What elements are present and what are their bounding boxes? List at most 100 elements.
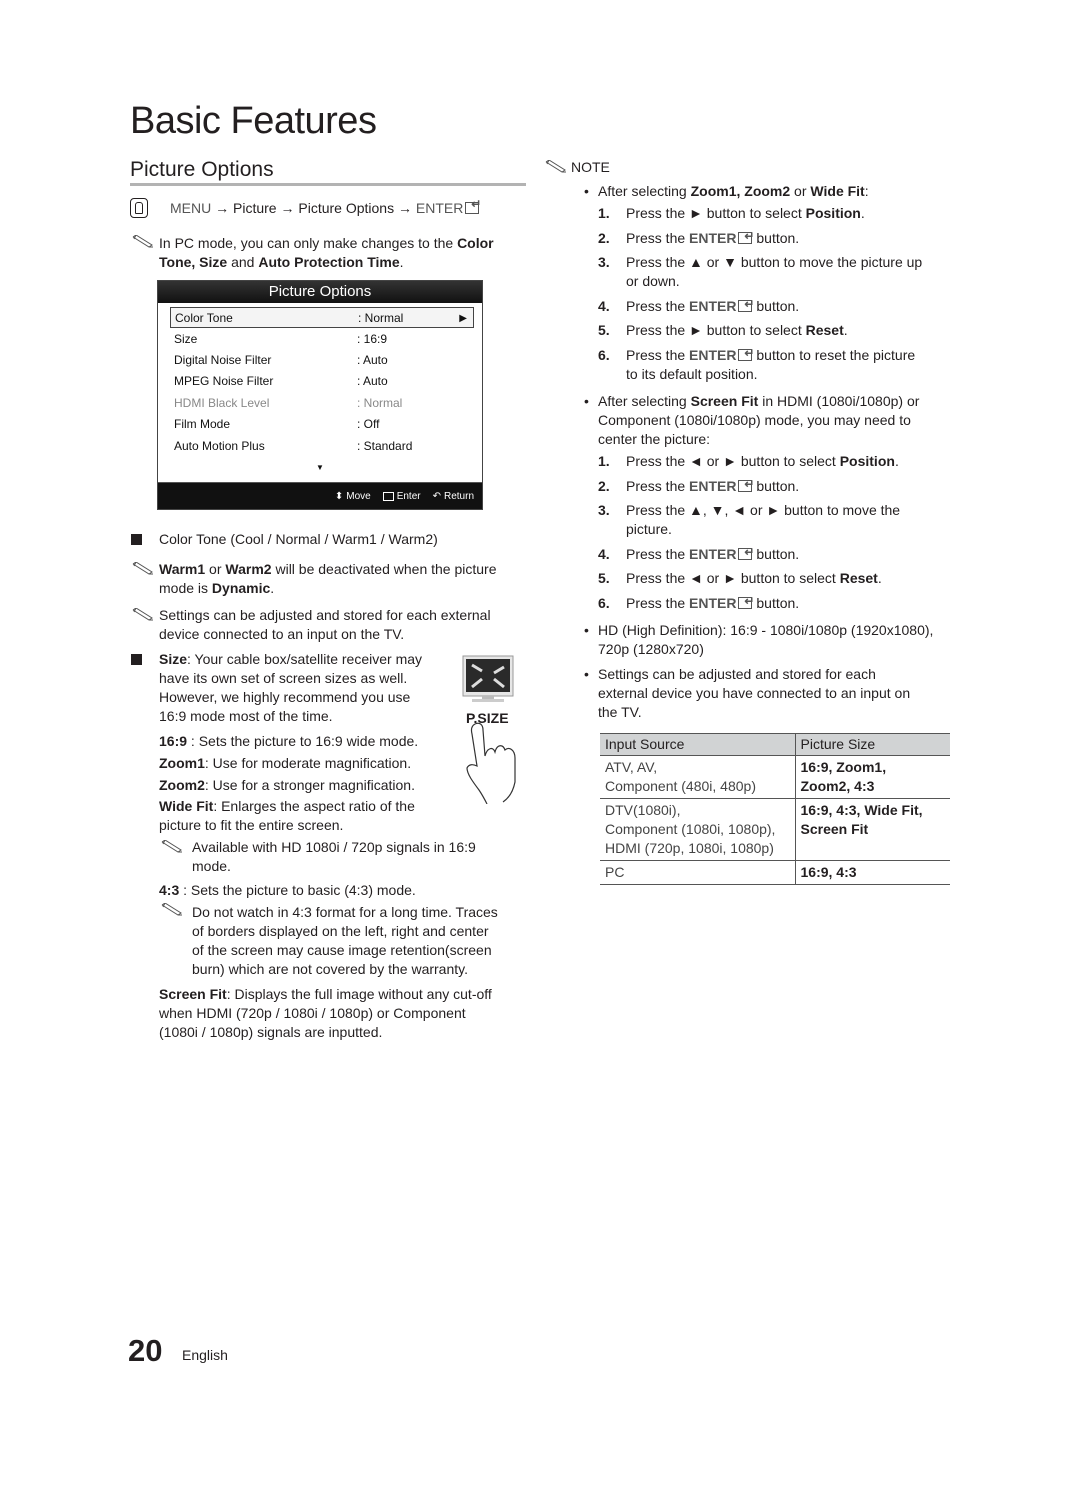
step-number: 2. xyxy=(598,230,610,246)
picture-size-cell: 16:9, Zoom1, Zoom2, 4:3 xyxy=(794,755,950,799)
osd-footer-move: ⬍ Move xyxy=(334,490,371,502)
picture-size-table: Input Source Picture Size ATV, AV, Compon… xyxy=(600,733,950,885)
step-text: Press the ► button to select Position. xyxy=(626,205,865,221)
enter-icon xyxy=(738,344,754,363)
pencil-note-icon xyxy=(161,903,182,916)
pencil-note-icon xyxy=(161,840,182,853)
osd-item-label: MPEG Noise Filter xyxy=(174,374,274,388)
pc-mode-note: In PC mode, you can only make changes to… xyxy=(159,235,494,270)
pencil-note-icon xyxy=(132,235,153,248)
step-number: 4. xyxy=(598,298,610,314)
osd-footer-enter: Enter xyxy=(382,491,421,502)
note-bullet-settings: Settings can be adjusted and stored for … xyxy=(598,666,911,720)
osd-menu-item[interactable]: Film Mode : Off xyxy=(170,414,474,435)
note-heading: NOTE xyxy=(571,159,610,175)
osd-menu-item[interactable]: Color Tone : Normal ▶ xyxy=(170,307,474,328)
osd-menu-item[interactable]: HDMI Black Level: Normal xyxy=(170,393,474,414)
osd-item-value: : 16:9 xyxy=(357,332,388,346)
step-text: Press the ENTER button. xyxy=(626,592,799,613)
osd-menu-item[interactable]: Auto Motion Plus: Standard xyxy=(170,436,474,457)
osd-menu-item[interactable]: Digital Noise Filter: Auto xyxy=(170,350,474,371)
osd-item-label: Size xyxy=(174,332,198,346)
tv-screen-icon xyxy=(462,655,514,702)
picture-size-cell: 16:9, 4:3 xyxy=(794,860,950,885)
enter-icon xyxy=(738,295,754,314)
step-text: Press the ENTER button. xyxy=(626,227,799,248)
mode-zoom1: Zoom1: Use for moderate magnification. xyxy=(159,755,412,771)
osd-menu-item[interactable]: Size : 16:9 xyxy=(170,329,474,350)
table-header-input-source: Input Source xyxy=(600,733,795,756)
menu-path-arrow: → xyxy=(215,200,230,216)
bullet-dot-icon: • xyxy=(584,666,589,682)
mode-wide-fit: Wide Fit: Enlarges the aspect ratio of t… xyxy=(159,798,415,833)
bullet-square-icon xyxy=(131,654,142,665)
step-text: Press the ► button to select Reset. xyxy=(626,322,848,338)
warm-note: Warm1 or Warm2 will be deactivated when … xyxy=(159,561,497,596)
bullet-square-icon xyxy=(131,534,142,545)
menu-path: MENU → Picture → Picture Options → ENTER xyxy=(130,197,481,218)
table-row: DTV(1080i), Component (1080i, 1080p), HDMI… xyxy=(600,798,950,861)
page-number: 20 xyxy=(128,1333,163,1368)
step-number: 4. xyxy=(598,546,610,562)
osd-item-label: Film Mode xyxy=(174,417,231,431)
page-title: Basic Features xyxy=(130,100,377,142)
return-icon: ↶ xyxy=(432,490,441,502)
input-source-cell: PC xyxy=(600,860,795,885)
osd-title: Picture Options xyxy=(158,281,482,303)
step-number: 1. xyxy=(598,453,610,469)
menu-path-arrow: → xyxy=(397,200,412,216)
step-number: 1. xyxy=(598,205,610,221)
hd-availability-note: Available with HD 1080i / 720p signals i… xyxy=(192,839,476,874)
step-text: Press the ENTER button to reset the pict… xyxy=(626,344,915,384)
step-number: 5. xyxy=(598,322,610,338)
step-text: Press the ◄ or ► button to select Positi… xyxy=(626,453,899,469)
osd-footer: ⬍ Move Enter ↶ Return xyxy=(158,482,482,509)
pencil-note-icon xyxy=(132,562,153,575)
osd-menu-item[interactable]: MPEG Noise Filter : Auto xyxy=(170,371,474,392)
enter-icon xyxy=(465,197,481,214)
osd-footer-return: ↶ Return xyxy=(432,490,474,502)
note-bullet-hd: HD (High Definition): 16:9 - 1080i/1080p… xyxy=(598,622,934,657)
enter-icon xyxy=(382,491,394,501)
right-arrow-icon: ▶ xyxy=(459,313,467,324)
pointing-hand-icon xyxy=(466,722,516,804)
osd-item-label: HDMI Black Level xyxy=(174,396,270,410)
osd-item-label: Digital Noise Filter xyxy=(174,353,272,367)
scroll-down-icon[interactable]: ▼ xyxy=(316,463,324,472)
menu-path-arrow: → xyxy=(280,200,295,216)
step-number: 3. xyxy=(598,502,610,518)
osd-item-value: : Off xyxy=(357,417,380,431)
size-description: Size: Your cable box/satellite receiver … xyxy=(159,651,423,724)
screen-burn-warning: Do not watch in 4:3 format for a long ti… xyxy=(192,904,498,977)
osd-item-label: Color Tone xyxy=(175,311,233,325)
enter-icon xyxy=(738,543,754,562)
input-source-cell: DTV(1080i), Component (1080i, 1080p), HDMI… xyxy=(600,798,795,861)
step-text: Press the ENTER button. xyxy=(626,475,799,496)
step-text: Press the ENTER button. xyxy=(626,543,799,564)
osd-item-value: : Auto xyxy=(357,374,388,388)
pencil-note-icon xyxy=(132,608,153,621)
page-language: English xyxy=(182,1347,228,1363)
menu-path-picture-options: Picture Options xyxy=(298,200,395,216)
mode-16-9: 16:9 : Sets the picture to 16:9 wide mod… xyxy=(159,733,419,749)
section-title: Picture Options xyxy=(130,158,274,181)
table-row: PC 16:9, 4:3 xyxy=(600,860,950,885)
step-text: Press the ▲ or ▼ button to move the pict… xyxy=(626,254,923,289)
osd-item-value: : Normal xyxy=(358,311,404,325)
table-header-row: Input Source Picture Size xyxy=(600,733,950,756)
enter-icon xyxy=(738,592,754,611)
osd-item-label: Auto Motion Plus xyxy=(174,439,265,453)
settings-note: Settings can be adjusted and stored for … xyxy=(159,607,491,642)
pencil-note-icon xyxy=(545,160,566,173)
step-number: 2. xyxy=(598,478,610,494)
table-row: ATV, AV, Component (480i, 480p) 16:9, Zoom… xyxy=(600,755,950,799)
picture-size-cell: 16:9, 4:3, Wide Fit, Screen Fit xyxy=(794,798,950,861)
bullet-dot-icon: • xyxy=(584,183,589,199)
bullet-dot-icon: • xyxy=(584,393,589,409)
note-bullet-screen-fit: After selecting Screen Fit in HDMI (1080… xyxy=(598,393,920,447)
osd-menu-list: ▼ Color Tone : Normal ▶ Size : 16:9 Digital N… xyxy=(158,303,482,482)
mode-screen-fit: Screen Fit: Displays the full image with… xyxy=(159,986,492,1040)
enter-icon xyxy=(738,227,754,246)
step-number: 5. xyxy=(598,570,610,586)
step-number: 3. xyxy=(598,254,610,270)
